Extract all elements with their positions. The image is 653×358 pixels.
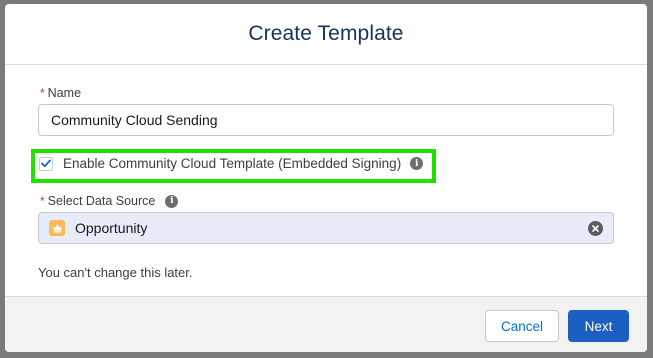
name-input[interactable] [38,104,614,136]
modal-body: * Name Enable Community Cloud Template (… [5,66,647,296]
modal-title: Create Template [248,22,404,45]
info-icon[interactable]: i [165,194,179,208]
create-template-modal: Create Template * Name Enable Community … [5,4,647,352]
name-label-text: Name [47,86,82,100]
data-source-field-label: * Select Data Source i [40,194,179,208]
required-marker: * [40,86,45,100]
cancel-button[interactable]: Cancel [485,310,559,342]
data-source-label-text: Select Data Source [47,194,156,208]
data-source-value: Opportunity [75,220,148,236]
modal-header: Create Template [5,4,647,65]
required-marker: * [40,194,45,208]
data-source-selection-pill[interactable]: Opportunity [38,212,614,244]
community-cloud-checkbox[interactable] [39,156,53,171]
community-cloud-checkbox-row: Enable Community Cloud Template (Embedde… [39,156,424,171]
data-source-helptext: You can't change this later. [38,265,193,280]
modal-footer: Cancel Next [5,296,647,352]
checkmark-icon [41,159,51,168]
next-button[interactable]: Next [568,310,629,342]
name-field-label: * Name [40,86,81,100]
clear-selection-icon[interactable] [588,220,603,236]
community-cloud-checkbox-label[interactable]: Enable Community Cloud Template (Embedde… [63,156,401,171]
info-icon[interactable]: i [410,157,424,170]
crown-icon [49,220,65,236]
